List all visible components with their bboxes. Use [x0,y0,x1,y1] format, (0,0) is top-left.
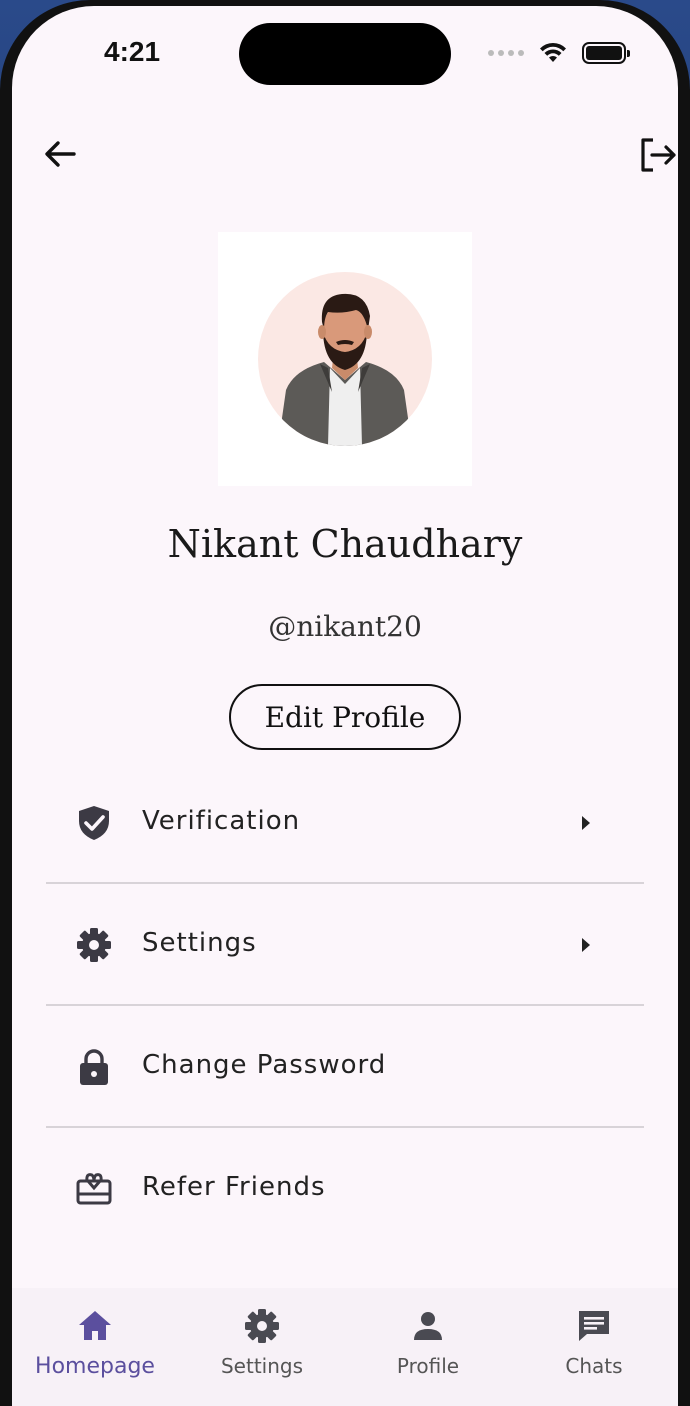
profile-handle: @nikant20 [268,610,422,643]
shield-check-icon [79,806,109,840]
profile-screen: 4:21 Nikant Chaudhary @nikant20 Edit Pro… [12,6,678,1406]
dynamic-island [239,23,451,85]
back-arrow-icon[interactable] [42,136,78,172]
nav-item-settings[interactable]: Settings [182,1306,342,1378]
battery-icon [582,42,630,64]
gear-icon [77,928,111,962]
nav-label: Settings [220,1354,304,1378]
person-icon [414,1312,442,1340]
lock-icon [80,1049,108,1085]
gift-card-icon [76,1173,112,1205]
nav-label: Chats [565,1354,623,1378]
gear-icon [245,1309,279,1343]
nav-item-profile[interactable]: Profile [348,1306,508,1378]
nav-item-homepage[interactable]: Homepage [15,1306,175,1379]
menu-item-label: Refer Friends [142,1172,326,1202]
menu-item-change-password[interactable]: Change Password [46,1008,644,1128]
menu-item-verification[interactable]: Verification [46,764,644,884]
home-icon [79,1311,111,1340]
menu-item-label: Verification [142,806,301,836]
nav-label: Homepage [35,1354,155,1379]
logout-icon[interactable] [638,136,678,174]
edit-profile-button[interactable]: Edit Profile [229,684,461,750]
menu-item-settings[interactable]: Settings [46,886,644,1006]
bottom-nav: Homepage Settings Profile Chats [12,1288,678,1406]
menu-item-label: Change Password [142,1050,387,1080]
avatar [218,232,472,486]
menu-item-refer-friends[interactable]: Refer Friends [46,1130,644,1250]
menu-item-label: Settings [142,928,257,958]
avatar-illustration [258,272,432,446]
divider [46,1004,644,1006]
nav-item-chats[interactable]: Chats [514,1306,674,1378]
status-time: 4:21 [104,36,161,67]
status-icons [488,42,630,64]
divider [46,882,644,884]
chevron-right-icon [582,816,590,830]
profile-name: Nikant Chaudhary [167,522,523,566]
divider [46,1126,644,1128]
chat-icon [579,1311,609,1341]
chevron-right-icon [582,938,590,952]
wifi-icon [540,42,566,62]
signal-icon [488,50,524,56]
nav-label: Profile [396,1354,460,1378]
